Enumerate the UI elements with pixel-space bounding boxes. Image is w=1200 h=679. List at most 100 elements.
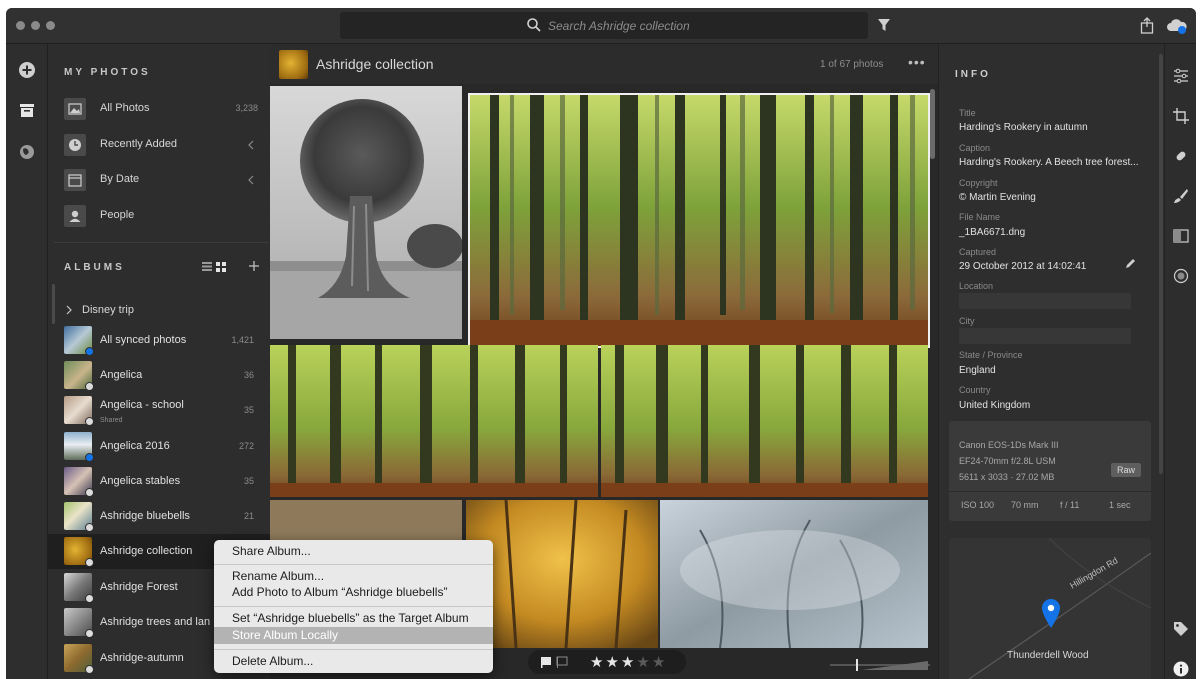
keyword-tag-icon[interactable] <box>1173 621 1189 637</box>
edit-sliders-icon[interactable] <box>1173 68 1189 84</box>
copyright-label: Copyright <box>959 178 998 188</box>
flag-pick-icon[interactable] <box>540 656 552 668</box>
crop-icon[interactable] <box>1173 108 1189 124</box>
sidebar-scroll-track[interactable] <box>52 284 55 324</box>
share-icon[interactable] <box>1140 17 1154 34</box>
city-field[interactable] <box>959 328 1131 344</box>
copyright-field[interactable]: © Martin Evening <box>959 192 1036 203</box>
healing-brush-icon[interactable] <box>1173 148 1189 164</box>
focal-length-value: 70 mm <box>1011 500 1039 510</box>
album-label: All synced photos <box>100 334 187 346</box>
add-album-icon[interactable] <box>248 260 260 272</box>
list-view-icon[interactable] <box>202 262 212 271</box>
star-icon[interactable]: ★ <box>605 654 620 671</box>
star-rating[interactable]: ★★★★★ <box>590 653 667 671</box>
sidebar-item-all-photos[interactable]: All Photos 3,238 <box>60 94 260 124</box>
info-icon[interactable] <box>1173 661 1189 677</box>
collection-title: Ashridge collection <box>316 56 434 72</box>
info-scrollbar[interactable] <box>1159 54 1163 474</box>
state-field[interactable]: England <box>959 365 996 376</box>
country-field[interactable]: United Kingdom <box>959 400 1030 411</box>
album-label: Ashridge-autumn <box>100 652 184 664</box>
linear-gradient-icon[interactable] <box>1173 228 1189 244</box>
menu-item-share-album[interactable]: Share Album... <box>214 543 493 560</box>
star-icon[interactable]: ★ <box>621 654 636 671</box>
photo-thumbnail[interactable] <box>466 500 658 648</box>
album-label: Ashridge bluebells <box>100 510 190 522</box>
photo-thumbnail[interactable] <box>601 345 928 497</box>
menu-item-rename-album[interactable]: Rename Album... <box>214 568 493 585</box>
album-item[interactable]: Ashridge bluebells 21 <box>48 499 270 534</box>
info-heading: INFO <box>955 69 991 80</box>
aperture-value: f / 11 <box>1060 500 1080 510</box>
album-count: 272 <box>238 441 254 451</box>
album-label: Angelica - school <box>100 399 184 411</box>
chevron-left-icon[interactable] <box>248 140 254 150</box>
sidebar-item-by-date[interactable]: By Date <box>60 165 260 195</box>
album-item[interactable]: Angelica 36 <box>48 358 270 393</box>
window-close-button[interactable] <box>16 21 25 30</box>
album-item[interactable]: Angelica - school Shared 35 <box>48 393 270 428</box>
menu-item-set-target-album[interactable]: Set “Ashridge bluebells” as the Target A… <box>214 610 493 627</box>
star-icon[interactable]: ★ <box>590 654 605 671</box>
album-shared-label: Shared <box>100 417 123 424</box>
sidebar-divider <box>54 242 268 243</box>
photo-thumbnail[interactable] <box>270 86 462 339</box>
sync-status-icon <box>85 347 94 356</box>
window-minimize-button[interactable] <box>31 21 40 30</box>
sync-status-icon <box>85 382 94 391</box>
menu-item-store-album-locally[interactable]: Store Album Locally <box>214 627 493 644</box>
location-map[interactable]: Hillingdon Rd Thunderdell Wood <box>949 538 1151 679</box>
library-icon[interactable] <box>17 100 37 120</box>
album-item[interactable]: Angelica stables 35 <box>48 464 270 499</box>
iso-value: ISO 100 <box>961 500 995 510</box>
caption-label: Caption <box>959 143 991 153</box>
title-field[interactable]: Harding's Rookery in autumn <box>959 122 1088 133</box>
filter-icon[interactable] <box>877 17 891 33</box>
photo-thumbnail-selected[interactable] <box>468 93 930 348</box>
raw-badge: Raw <box>1111 463 1141 477</box>
image-dimensions: 5611 x 3033 · 27.02 MB <box>959 472 1055 482</box>
cloud-sync-icon[interactable] <box>1166 18 1188 34</box>
sidebar-item-recently-added[interactable]: Recently Added <box>60 130 260 160</box>
add-photos-icon[interactable] <box>17 60 37 80</box>
album-count: 1,421 <box>231 335 254 345</box>
star-icon[interactable]: ★ <box>636 654 651 671</box>
folder-label: Disney trip <box>82 304 134 316</box>
grid-scrollbar[interactable] <box>930 89 935 159</box>
country-label: Country <box>959 385 991 395</box>
search-input[interactable]: Search Ashridge collection <box>340 12 868 39</box>
photo-thumbnail[interactable] <box>270 345 598 497</box>
map-pin-icon[interactable] <box>1041 598 1061 628</box>
brush-icon[interactable] <box>1173 188 1189 204</box>
album-folder-disney-trip[interactable]: Disney trip <box>64 303 264 319</box>
album-label: Angelica <box>100 369 143 381</box>
grid-view-icon[interactable] <box>216 262 226 272</box>
flag-reject-icon[interactable] <box>556 656 568 668</box>
album-item[interactable]: Angelica 2016 272 <box>48 429 270 464</box>
radial-gradient-icon[interactable] <box>1173 268 1189 284</box>
photo-count: 1 of 67 photos <box>820 59 884 70</box>
flag-rating-bar: ★★★★★ <box>528 650 686 674</box>
search-placeholder: Search Ashridge collection <box>548 19 690 33</box>
caption-field[interactable]: Harding's Rookery. A Beech tree forest..… <box>959 157 1139 168</box>
title-bar: Search Ashridge collection <box>6 8 1196 44</box>
zoom-slider[interactable] <box>830 658 930 675</box>
chevron-left-icon[interactable] <box>248 175 254 185</box>
star-icon[interactable]: ★ <box>652 654 667 671</box>
menu-item-delete-album[interactable]: Delete Album... <box>214 653 493 670</box>
shared-web-icon[interactable] <box>17 142 37 162</box>
sync-status-icon <box>85 629 94 638</box>
window-zoom-button[interactable] <box>46 21 55 30</box>
album-item[interactable]: All synced photos 1,421 <box>48 323 270 358</box>
photo-thumbnail[interactable] <box>660 500 928 648</box>
sidebar-item-label: By Date <box>100 173 140 185</box>
menu-separator <box>214 649 493 650</box>
edit-pencil-icon[interactable] <box>1124 258 1136 270</box>
more-options-button[interactable]: ••• <box>908 54 926 70</box>
menu-item-add-photo-to-album[interactable]: Add Photo to Album “Ashridge bluebells” <box>214 584 493 601</box>
file-name-field[interactable]: _1BA6671.dng <box>959 227 1025 238</box>
title-label: Title <box>959 108 976 118</box>
sidebar-item-people[interactable]: People <box>60 201 260 231</box>
location-field[interactable] <box>959 293 1131 309</box>
